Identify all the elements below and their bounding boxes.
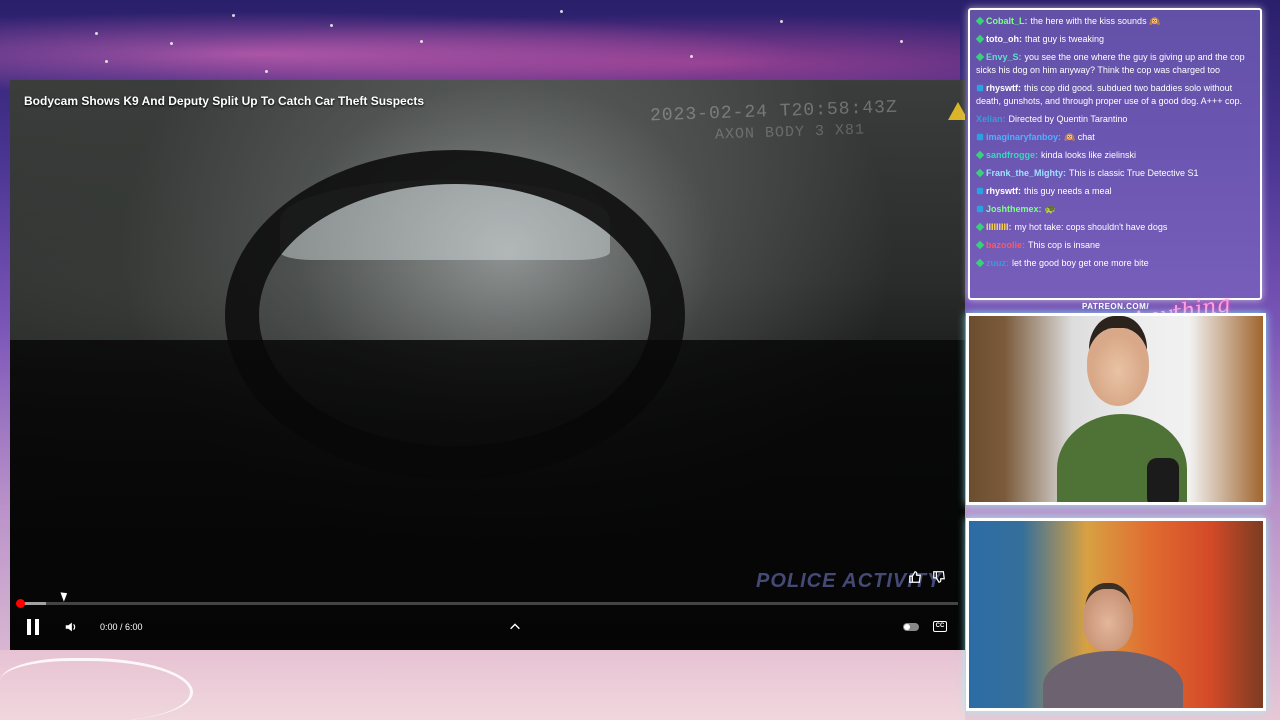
chat-text: let the good boy get one more bite — [1012, 258, 1149, 269]
autoplay-toggle-icon[interactable] — [903, 623, 919, 631]
player-controls: 0:00 / 6:00 CC — [10, 610, 965, 646]
video-side-actions — [908, 570, 946, 584]
chat-username[interactable]: rhyswtf: — [986, 186, 1021, 196]
chat-text: kinda looks like zielinski — [1041, 150, 1137, 161]
webcam-streamer-1 — [966, 313, 1266, 505]
chat-username[interactable]: toto_oh: — [986, 34, 1022, 44]
vip-badge-icon — [976, 134, 984, 141]
chat-message: rhyswtf: this cop did good. subdued two b… — [976, 82, 1254, 108]
streamer-2-figure — [1035, 589, 1191, 708]
background-bottom — [0, 650, 965, 720]
chat-username[interactable]: imaginaryfanboy: — [986, 132, 1061, 142]
bodycam-device-label: AXON BODY 3 X81 — [714, 121, 866, 144]
chat-username[interactable]: zuuz: — [986, 258, 1009, 268]
chat-username[interactable]: sandfrogge: — [986, 150, 1038, 160]
chat-username[interactable]: Envy_S: — [986, 52, 1022, 62]
chat-message: imaginaryfanboy: 🙉 chat — [976, 131, 1254, 144]
chat-message: toto_oh: that guy is tweaking — [975, 33, 1254, 46]
chat-text: 🙉 chat — [1064, 132, 1095, 143]
time-display: 0:00 / 6:00 — [100, 622, 143, 632]
volume-icon[interactable] — [64, 620, 78, 634]
chat-message: rhyswtf: this guy needs a meal — [976, 185, 1254, 198]
chat-username[interactable]: Xelian: — [976, 114, 1006, 124]
progress-scrubber[interactable] — [16, 599, 25, 608]
chat-text: 🐢 — [1044, 204, 1056, 215]
webcam-streamer-2 — [966, 518, 1266, 711]
chat-message: Cobalt_L: the here with the kiss sounds 🙉 — [975, 15, 1254, 28]
chat-text: Directed by Quentin Tarantino — [1008, 114, 1128, 125]
pause-icon[interactable] — [26, 619, 40, 635]
subscriber-badge-icon — [975, 223, 985, 232]
video-player[interactable]: 2023-02-24 T20:58:43Z AXON BODY 3 X81 PO… — [10, 80, 965, 650]
warning-icon — [948, 102, 965, 120]
chat-text: my hot take: cops shouldn't have dogs — [1014, 222, 1168, 233]
subscriber-badge-icon — [975, 16, 985, 26]
subscriber-badge-icon — [975, 52, 985, 62]
vip-badge-icon — [976, 188, 984, 195]
progress-bar[interactable] — [16, 599, 958, 608]
chat-message: IIIIIIIII: my hot take: cops shouldn't ha… — [975, 221, 1254, 234]
chat-message: bazoolie: This cop is insane — [975, 239, 1254, 252]
chat-username[interactable]: Frank_the_Mighty: — [986, 168, 1066, 178]
subscriber-badge-icon — [975, 169, 985, 178]
chat-username[interactable]: Cobalt_L: — [986, 16, 1028, 26]
video-title[interactable]: Bodycam Shows K9 And Deputy Split Up To … — [24, 94, 424, 108]
chat-text: that guy is tweaking — [1025, 34, 1105, 44]
chat-username[interactable]: IIIIIIIII: — [986, 222, 1012, 232]
background-swirl — [0, 0, 960, 90]
video-frame[interactable]: 2023-02-24 T20:58:43Z AXON BODY 3 X81 PO… — [10, 80, 965, 650]
chat-username[interactable]: bazoolie: — [986, 240, 1025, 250]
chat-message: Envy_S: you see the one where the guy is … — [975, 51, 1254, 77]
chat-username[interactable]: rhyswtf: — [986, 83, 1021, 93]
thumbs-up-icon[interactable] — [908, 570, 922, 584]
subscriber-badge-icon — [975, 241, 985, 250]
chat-panel: Cobalt_L: the here with the kiss sounds 🙉… — [968, 8, 1262, 300]
subscriber-badge-icon — [975, 34, 985, 44]
chat-text: This is classic True Detective S1 — [1069, 168, 1199, 179]
chat-message: Joshthemex: 🐢 — [976, 203, 1254, 216]
subscriber-badge-icon — [975, 151, 985, 160]
chat-username[interactable]: Joshthemex: — [986, 204, 1042, 214]
captions-button[interactable]: CC — [933, 621, 947, 632]
chat-message: Xelian: Directed by Quentin Tarantino — [976, 113, 1254, 126]
chat-text: this guy needs a meal — [1024, 186, 1112, 197]
microphone-icon — [1147, 458, 1179, 502]
chevron-up-icon[interactable] — [508, 620, 522, 634]
chat-message: Frank_the_Mighty: This is classic True De… — [975, 167, 1254, 180]
chat-message: sandfrogge: kinda looks like zielinski — [975, 149, 1254, 162]
chat-message: zuuz: let the good boy get one more bite — [975, 257, 1254, 270]
streamer-1-figure — [1057, 328, 1187, 502]
chat-text: the here with the kiss sounds 🙉 — [1030, 16, 1161, 26]
chat-text: This cop is insane — [1028, 240, 1101, 251]
vip-badge-icon — [976, 206, 984, 213]
vip-badge-icon — [976, 85, 984, 92]
thumbs-down-icon[interactable] — [932, 570, 946, 584]
subscriber-badge-icon — [975, 259, 985, 268]
